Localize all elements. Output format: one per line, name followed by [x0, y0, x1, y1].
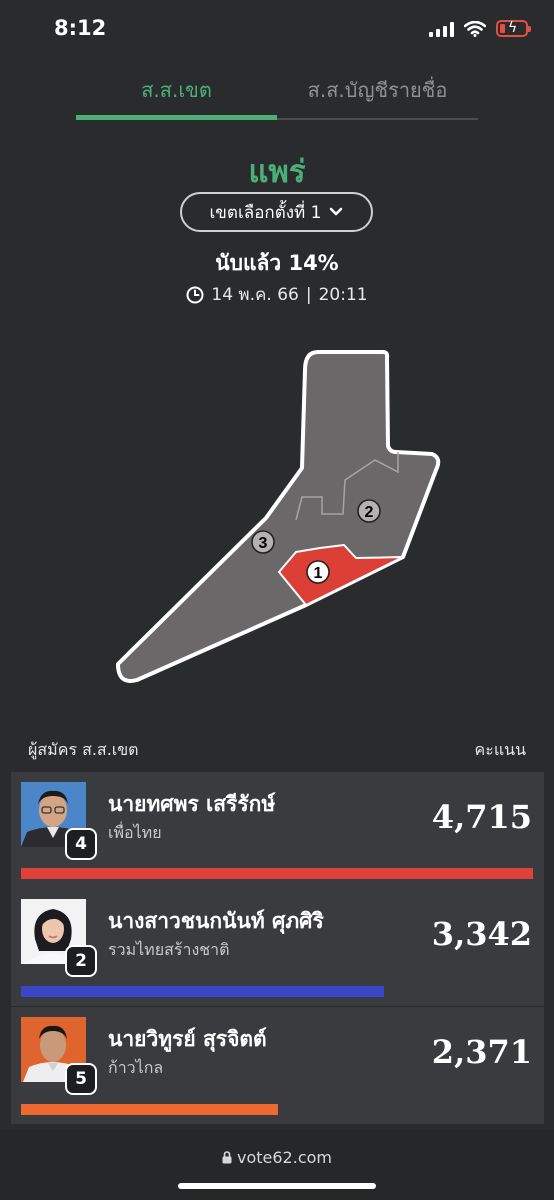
- district-dropdown-label: เขตเลือกตั้งที่ 1: [209, 202, 322, 223]
- map-marker-2[interactable]: 2: [357, 499, 381, 523]
- timestamp-date: 14 พ.ค. 66: [211, 285, 299, 305]
- candidate-list-header: ผู้สมัคร ส.ส.เขต คะแนน: [28, 738, 526, 763]
- status-icons: ϟ: [429, 20, 531, 37]
- update-timestamp: 14 พ.ค. 66 | 20:11: [0, 281, 554, 308]
- candidate-score: 3,342: [431, 915, 532, 953]
- district-map: 1 2 3: [116, 350, 441, 683]
- timestamp-time: 20:11: [318, 284, 368, 305]
- candidate-score: 2,371: [431, 1033, 532, 1071]
- map-region-base: [116, 350, 441, 683]
- map-marker-3-label: 3: [259, 535, 268, 552]
- candidate-card[interactable]: 2 นางสาวชนกนันท์ ศุภศิริ รวมไทยสร้างชาติ…: [11, 889, 544, 1006]
- score-column-label: คะแนน: [474, 740, 526, 759]
- province-title: แพร่: [248, 154, 306, 190]
- map-marker-1-label: 1: [314, 565, 323, 582]
- candidate-name: นายวิทูรย์ สุรจิตต์: [108, 1027, 267, 1051]
- candidate-card[interactable]: 5 นายวิทูรย์ สุรจิตต์ ก้าวไกล 2,371: [11, 1007, 544, 1124]
- candidate-number-badge: 4: [65, 828, 97, 860]
- browser-url-bar[interactable]: vote62.com: [0, 1130, 554, 1200]
- candidate-party: เพื่อไทย: [108, 823, 162, 842]
- clock-icon: [186, 286, 204, 303]
- candidate-name: นายทศพร เสรีรักษ์: [108, 792, 276, 816]
- cellular-signal-icon: [429, 21, 454, 37]
- home-indicator[interactable]: [178, 1183, 376, 1189]
- candidate-party: รวมไทยสร้างชาติ: [108, 940, 230, 959]
- map-marker-2-label: 2: [365, 504, 374, 521]
- candidate-party: ก้าวไกล: [108, 1058, 164, 1077]
- status-bar: 8:12 ϟ: [0, 0, 554, 60]
- candidate-vote-bar: [21, 986, 384, 997]
- tab-district-mp[interactable]: ส.ส.เขต: [76, 62, 277, 120]
- url-text: vote62.com: [237, 1148, 332, 1167]
- url-display: vote62.com: [0, 1148, 554, 1167]
- candidate-number-badge: 2: [65, 945, 97, 977]
- map-marker-3[interactable]: 3: [251, 530, 275, 554]
- map-marker-1[interactable]: 1: [306, 560, 330, 584]
- candidate-vote-bar: [21, 1104, 278, 1115]
- timestamp-separator: |: [305, 284, 312, 305]
- candidate-list-label: ผู้สมัคร ส.ส.เขต: [28, 740, 139, 759]
- status-time: 8:12: [54, 16, 107, 40]
- tab-bar: ส.ส.เขต ส.ส.บัญชีรายชื่อ: [76, 62, 478, 120]
- candidate-name: นางสาวชนกนันท์ ศุภศิริ: [108, 909, 324, 933]
- chevron-down-icon: [330, 207, 343, 216]
- lock-icon: [222, 1151, 232, 1164]
- district-dropdown[interactable]: เขตเลือกตั้งที่ 1: [180, 192, 373, 232]
- counted-percentage: นับแล้ว 14%: [215, 251, 339, 275]
- candidate-score: 4,715: [431, 798, 532, 836]
- candidate-vote-bar: [21, 868, 533, 879]
- battery-icon: ϟ: [496, 20, 531, 37]
- wifi-icon: [464, 20, 486, 37]
- candidate-number-badge: 5: [65, 1063, 97, 1095]
- candidate-card[interactable]: 4 นายทศพร เสรีรักษ์ เพื่อไทย 4,715: [11, 772, 544, 889]
- tab-party-list-mp[interactable]: ส.ส.บัญชีรายชื่อ: [277, 62, 478, 118]
